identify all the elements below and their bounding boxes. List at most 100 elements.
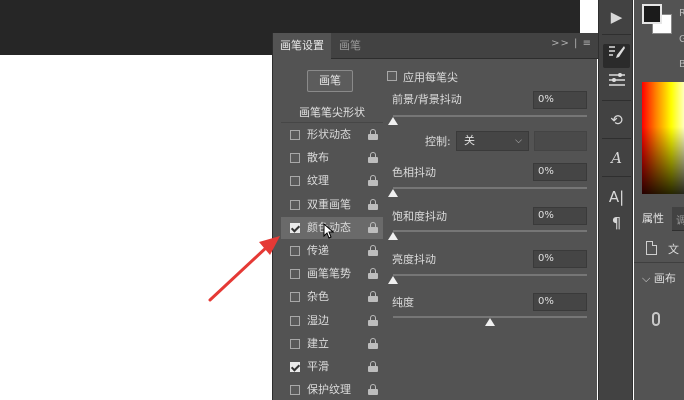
control-select[interactable]: 关 ⌵ <box>456 131 529 151</box>
hue-jitter-thumb[interactable] <box>388 189 398 197</box>
brush-option-checkbox[interactable] <box>290 199 300 210</box>
brush-option-checkbox[interactable] <box>290 176 300 187</box>
brush-option-label: 保护纹理 <box>307 383 351 397</box>
tab-properties[interactable]: 属性 <box>634 207 672 231</box>
chevron-down-icon: ⌵ <box>515 136 522 146</box>
brush-option-label: 湿边 <box>307 313 329 327</box>
history-icon[interactable]: ⟲ <box>603 108 630 132</box>
brush-option-checkbox[interactable] <box>290 269 300 280</box>
brush-option-item[interactable]: 平滑 <box>281 356 383 378</box>
color-spectrum[interactable] <box>642 82 684 194</box>
play-icon[interactable]: ▶ <box>603 5 630 29</box>
brush-settings-icon[interactable] <box>603 44 630 68</box>
brush-option-item[interactable]: 保护纹理 <box>281 379 383 400</box>
brush-option-item[interactable]: 形状动态 <box>281 124 383 146</box>
brush-option-checkbox[interactable] <box>290 315 300 326</box>
brush-option-item[interactable]: 湿边 <box>281 310 383 332</box>
lock-icon[interactable] <box>368 221 378 233</box>
lock-icon[interactable] <box>368 291 378 303</box>
paragraph-style-icon[interactable]: A| <box>603 185 630 209</box>
brush-option-item[interactable]: 杂色 <box>281 286 383 308</box>
canvas-section-header[interactable]: ⌵ 画布 <box>642 270 676 286</box>
saturation-jitter-input[interactable]: 0% <box>533 207 587 225</box>
lock-icon[interactable] <box>368 361 378 372</box>
red-channel-label: R <box>679 8 684 19</box>
lock-icon[interactable] <box>368 245 378 256</box>
fg-bg-jitter-slider[interactable] <box>393 115 587 117</box>
lock-icon[interactable] <box>368 129 378 140</box>
brush-option-checkbox[interactable] <box>290 338 300 349</box>
hue-jitter-input[interactable]: 0% <box>533 163 587 181</box>
lock-icon[interactable] <box>368 175 378 187</box>
brush-option-checkbox[interactable] <box>290 362 300 372</box>
apply-per-tip-label: 应用每笔尖 <box>403 71 458 84</box>
control-label: 控制: <box>425 135 451 148</box>
control-extra-input <box>534 131 587 151</box>
brush-settings-icon-svg <box>608 46 625 58</box>
brightness-jitter-thumb[interactable] <box>388 276 398 284</box>
brush-option-item[interactable]: 散布 <box>281 147 383 169</box>
hue-jitter-slider[interactable] <box>393 187 587 189</box>
lock-icon[interactable] <box>368 337 378 349</box>
brush-presets-button[interactable]: 画笔 <box>307 70 353 92</box>
saturation-jitter-slider[interactable] <box>393 230 587 232</box>
apply-per-tip-checkbox[interactable] <box>387 71 397 81</box>
brush-settings-panel: 画笔设置 画笔 >> | ≡ 画笔 画笔笔尖形状 形状动态 散布 纹理 双重画笔 颜色动… <box>272 33 598 400</box>
brush-option-checkbox[interactable] <box>290 246 300 256</box>
brush-option-label: 散布 <box>307 151 329 165</box>
brush-option-checkbox[interactable] <box>290 385 300 396</box>
panel-tool-strip: ▶ ⟲ A A| ¶ <box>598 0 633 400</box>
link-icon[interactable] <box>652 312 660 326</box>
purity-label: 纯度 <box>392 296 414 309</box>
brush-option-item[interactable]: 传递 <box>281 240 383 262</box>
brush-option-item[interactable]: 纹理 <box>281 170 383 192</box>
lock-icon[interactable] <box>368 198 378 210</box>
mouse-cursor-icon <box>323 223 335 239</box>
tool-divider <box>602 138 631 139</box>
color-dynamics-settings: 应用每笔尖 前景/背景抖动 0% 控制: 关 ⌵ 色相抖动 0% 饱和度抖动 0… <box>387 63 592 393</box>
properties-divider <box>634 262 684 263</box>
brush-option-label: 建立 <box>307 336 329 350</box>
control-select-value: 关 <box>464 134 475 147</box>
brightness-jitter-slider[interactable] <box>393 274 587 276</box>
brush-presets-icon[interactable] <box>603 71 630 95</box>
fg-bg-jitter-thumb[interactable] <box>388 117 398 125</box>
foreground-color-swatch[interactable] <box>642 4 662 24</box>
blue-channel-label: B <box>679 59 684 70</box>
brightness-jitter-label: 亮度抖动 <box>392 253 436 266</box>
lock-icon[interactable] <box>368 384 378 396</box>
chevron-down-icon: ⌵ <box>642 272 654 285</box>
fg-bg-jitter-label: 前景/背景抖动 <box>392 93 462 106</box>
green-channel-label: G <box>679 34 684 45</box>
document-canvas[interactable] <box>0 55 272 400</box>
tab-brush[interactable]: 画笔 <box>333 33 367 59</box>
brush-option-label: 杂色 <box>307 290 329 304</box>
panel-menu-icon[interactable]: >> | ≡ <box>551 38 592 49</box>
saturation-jitter-label: 饱和度抖动 <box>392 210 447 223</box>
brush-option-item[interactable]: 画笔笔势 <box>281 263 383 285</box>
brush-tip-shape-item[interactable]: 画笔笔尖形状 <box>281 103 383 123</box>
brush-option-checkbox[interactable] <box>290 222 300 233</box>
brush-option-label: 平滑 <box>307 360 329 373</box>
brush-option-checkbox[interactable] <box>290 292 300 303</box>
purity-thumb[interactable] <box>485 318 495 326</box>
brush-option-checkbox[interactable] <box>290 153 300 164</box>
lock-icon[interactable] <box>368 314 378 326</box>
character-icon[interactable]: A <box>603 146 630 170</box>
paragraph-icon[interactable]: ¶ <box>603 211 630 235</box>
lock-icon[interactable] <box>368 268 378 280</box>
brush-option-item[interactable]: 双重画笔 <box>281 194 383 216</box>
purity-input[interactable]: 0% <box>533 293 587 311</box>
brush-option-checkbox[interactable] <box>290 130 300 140</box>
brush-option-item[interactable]: 建立 <box>281 333 383 355</box>
brush-option-label: 纹理 <box>307 174 329 188</box>
tab-adjustments[interactable]: 调 <box>676 212 684 227</box>
tab-brush-settings[interactable]: 画笔设置 <box>273 33 331 59</box>
brightness-jitter-input[interactable]: 0% <box>533 250 587 268</box>
saturation-jitter-thumb[interactable] <box>388 232 398 240</box>
lock-icon[interactable] <box>368 152 378 164</box>
fg-bg-jitter-input[interactable]: 0% <box>533 91 587 109</box>
document-label: 文 <box>668 243 679 256</box>
tool-divider <box>602 100 631 101</box>
properties-tab-bar: 属性 调 <box>634 207 684 231</box>
